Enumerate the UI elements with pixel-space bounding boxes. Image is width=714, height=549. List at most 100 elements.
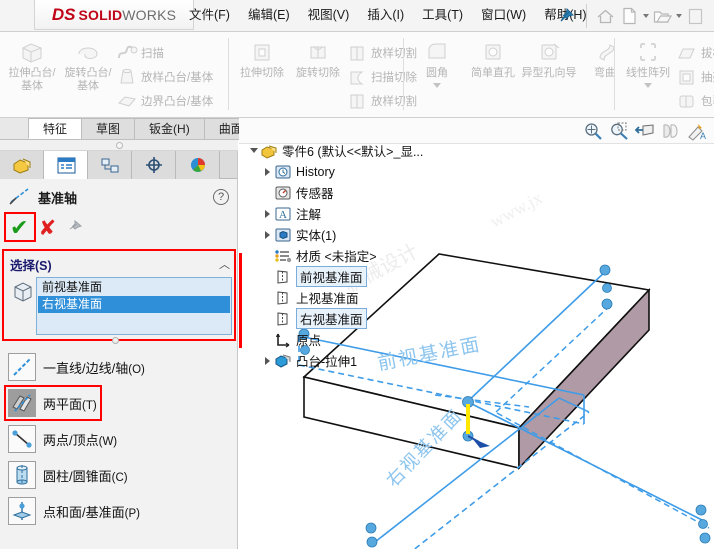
- tree-row-sensors[interactable]: 传感器: [261, 182, 457, 203]
- configuration-manager-tab[interactable]: [88, 151, 132, 179]
- option-line-edge-axis[interactable]: 一直线/边线/轴(O): [8, 349, 236, 385]
- dimxpert-manager-tab[interactable]: [132, 151, 176, 179]
- tab-sheetmetal[interactable]: 钣金(H): [134, 118, 205, 139]
- loft-boss-button[interactable]: 放样凸台/基体: [116, 65, 213, 89]
- tree-row-right-plane[interactable]: 右视基准面: [261, 308, 457, 329]
- chevron-right-icon[interactable]: [261, 203, 274, 224]
- open-folder-icon[interactable]: [651, 4, 673, 28]
- property-manager-header: 基准轴 ?: [0, 179, 237, 215]
- draft-button[interactable]: 拔模: [676, 41, 714, 65]
- menu-insert[interactable]: 插入(I): [358, 0, 413, 31]
- chevron-right-icon[interactable]: [261, 350, 274, 371]
- menu-window[interactable]: 窗口(W): [472, 0, 535, 31]
- linear-pattern-button[interactable]: 线性阵列: [620, 32, 676, 117]
- tab-features[interactable]: 特征: [28, 118, 83, 139]
- revolve-boss-button[interactable]: 旋转凸台/基体: [60, 32, 116, 117]
- boundary-boss-icon: [116, 91, 138, 111]
- ribbon-group-feature: 圆角 简单直孔 异型孔向导 弯曲: [409, 32, 633, 117]
- selection-item-front-plane[interactable]: 前视基准面: [38, 279, 230, 296]
- tree-row-front-plane[interactable]: 前视基准面: [261, 266, 457, 287]
- wrap-button[interactable]: 包覆: [676, 89, 714, 113]
- new-document-icon[interactable]: [618, 4, 640, 28]
- apply-scene-icon[interactable]: A: [686, 120, 708, 142]
- shell-button[interactable]: 抽壳: [676, 65, 714, 89]
- chevron-down-icon[interactable]: [247, 140, 260, 161]
- feature-manager-tab[interactable]: [0, 151, 44, 179]
- tree-row-top-plane[interactable]: 上视基准面: [261, 287, 457, 308]
- property-manager-tab[interactable]: [44, 151, 88, 179]
- hole-wizard-button[interactable]: 异型孔向导: [521, 32, 577, 117]
- chevron-up-icon[interactable]: ︿: [219, 256, 230, 272]
- tree-row-annotations[interactable]: A 注解: [261, 203, 457, 224]
- option-two-points[interactable]: 两点/顶点(W): [8, 421, 236, 457]
- menu-edit[interactable]: 编辑(E): [239, 0, 299, 31]
- annotation-icon: A: [274, 205, 292, 223]
- tab-sketch[interactable]: 草图: [81, 118, 136, 139]
- tree-row-origin[interactable]: 原点: [261, 329, 457, 350]
- extrude-boss-button[interactable]: 拉伸凸台/基体: [4, 32, 60, 117]
- loft-cut-button[interactable]: 放样切割: [346, 41, 417, 65]
- help-icon[interactable]: ?: [213, 189, 229, 205]
- option-point-face-plane[interactable]: 点和面/基准面(P): [8, 493, 236, 529]
- fillet-button[interactable]: 圆角: [409, 32, 465, 117]
- display-manager-tab[interactable]: [176, 151, 220, 179]
- tree-row-solid-bodies[interactable]: 实体(1): [261, 224, 457, 245]
- ribbon-separator-3: [614, 38, 615, 110]
- graphics-viewport[interactable]: 机械设计 www.jx com 前视基准面 右视基准面 A 零件6 (默认<<默…: [239, 118, 714, 549]
- linear-pattern-icon: [633, 38, 663, 66]
- zoom-to-fit-icon[interactable]: [582, 120, 604, 142]
- zoom-to-area-icon[interactable]: [608, 120, 630, 142]
- tree-row-material[interactable]: 材质 <未指定>: [261, 245, 457, 266]
- new-document-dropdown-icon[interactable]: [643, 14, 649, 18]
- loft-cut-2-button[interactable]: 放样切割: [346, 89, 417, 113]
- svg-text:右视基准面: 右视基准面: [382, 405, 466, 491]
- extrude-cut-button[interactable]: 拉伸切除: [234, 32, 290, 117]
- revolve-cut-button[interactable]: 旋转切除: [290, 32, 346, 117]
- home-icon[interactable]: [594, 4, 616, 28]
- two-planes-highlight-box: [4, 385, 102, 421]
- cancel-button[interactable]: ✘: [38, 218, 56, 239]
- sweep-label: 扫描: [141, 47, 164, 60]
- sweep-cut-button[interactable]: 扫描切除: [346, 65, 417, 89]
- property-manager-actions: ✔ ✘: [0, 212, 237, 242]
- selection-listbox[interactable]: 前视基准面 右视基准面: [36, 277, 232, 335]
- menu-file[interactable]: 文件(F): [180, 0, 239, 31]
- svg-text:com: com: [391, 389, 428, 421]
- chevron-right-icon[interactable]: [261, 224, 274, 245]
- tree-row-history[interactable]: History: [261, 161, 457, 182]
- pattern-dropdown-icon[interactable]: [644, 83, 652, 88]
- tree-row-extrude1[interactable]: 凸台-拉伸1: [261, 350, 457, 371]
- selection-group-header[interactable]: 选择(S) ︿: [10, 255, 230, 273]
- splitter-handle[interactable]: [115, 141, 123, 149]
- sweep-button[interactable]: 扫描: [116, 41, 213, 65]
- selection-resize-handle[interactable]: [112, 337, 119, 344]
- menu-divider: [586, 4, 587, 28]
- tree-row-part[interactable]: 零件6 (默认<<默认>_显...: [247, 140, 457, 161]
- menu-view[interactable]: 视图(V): [299, 0, 359, 31]
- fillet-dropdown-icon[interactable]: [433, 83, 441, 88]
- menu-tools[interactable]: 工具(T): [413, 0, 472, 31]
- option-cylinder-cone-label: 圆柱/圆锥面(C): [43, 468, 128, 484]
- open-folder-dropdown-icon[interactable]: [676, 14, 682, 18]
- simple-hole-button[interactable]: 简单直孔: [465, 32, 521, 117]
- boundary-boss-button[interactable]: 边界凸台/基体: [116, 89, 213, 113]
- tree-label-sensors: 传感器: [296, 187, 334, 201]
- option-cylinder-cone[interactable]: 圆柱/圆锥面(C): [8, 457, 236, 493]
- section-view-icon[interactable]: [634, 120, 656, 142]
- ok-button-highlight-box: [4, 212, 36, 242]
- sweep-icon: [116, 43, 138, 63]
- selection-item-right-plane[interactable]: 右视基准面: [38, 296, 230, 313]
- svg-text:www.jx: www.jx: [486, 187, 545, 231]
- chevron-right-icon[interactable]: [261, 161, 274, 182]
- axis-type-option-list: 一直线/边线/轴(O) 两平面(T) 两点/顶点(W) 圆柱/圆锥面(C) 点和…: [4, 349, 236, 529]
- sweep-cut-icon: [346, 67, 368, 87]
- pin-small-icon[interactable]: [66, 219, 84, 238]
- display-style-icon[interactable]: [660, 120, 682, 142]
- save-icon[interactable]: [684, 4, 706, 28]
- option-two-planes[interactable]: 两平面(T): [4, 385, 236, 421]
- pin-icon[interactable]: [556, 6, 576, 26]
- panel-splitter[interactable]: [0, 140, 238, 151]
